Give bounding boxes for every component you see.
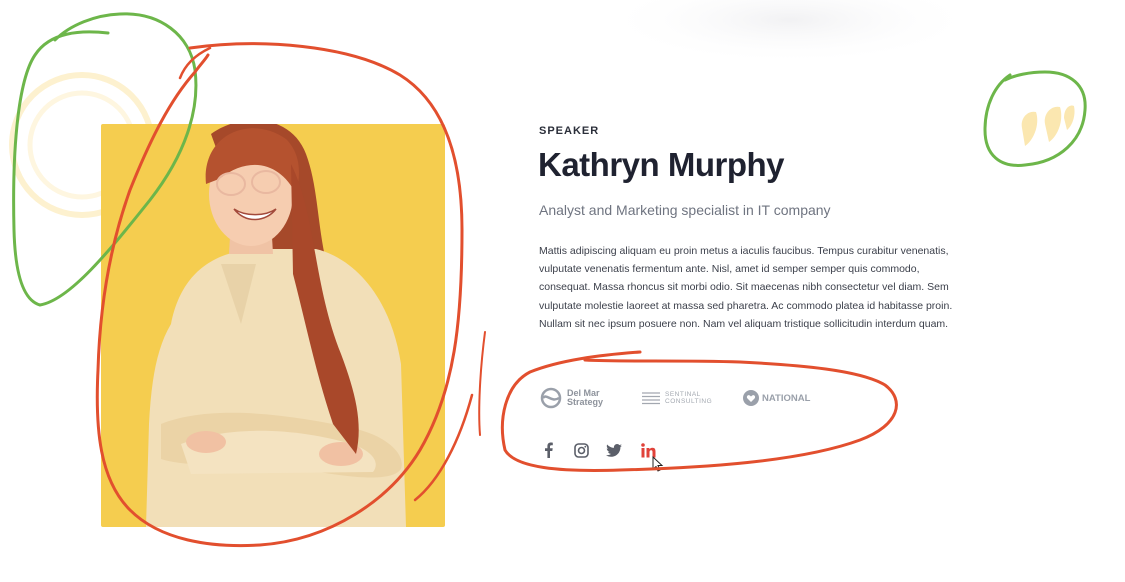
company-logos: Del Mar Strategy SENTINAL CONSULTING NAT… xyxy=(539,385,839,411)
green-scribble-circle xyxy=(983,70,1087,167)
logo-del-mar-strategy: Del Mar Strategy xyxy=(539,385,603,411)
mouse-cursor-icon xyxy=(652,456,664,472)
speaker-photo xyxy=(101,124,445,527)
logo-text-line2: Strategy xyxy=(567,397,604,407)
instagram-icon xyxy=(573,442,589,458)
facebook-link[interactable] xyxy=(539,440,557,460)
speaker-name: Kathryn Murphy xyxy=(538,146,785,183)
logo-national-text: NATIONAL xyxy=(762,392,811,404)
stripes-logo-icon xyxy=(642,392,660,405)
logo-text-line1: SENTINAL xyxy=(665,391,701,398)
logo-text-line2: CONSULTING xyxy=(665,398,713,405)
heart-badge-icon xyxy=(743,390,759,406)
quote-mark-icon xyxy=(1021,105,1075,146)
facebook-icon xyxy=(544,442,553,458)
speaker-role: Analyst and Marketing specialist in IT c… xyxy=(539,202,831,218)
speaker-bio: Mattis adipiscing aliquam eu proin metus… xyxy=(539,245,953,330)
speaker-portrait-illustration xyxy=(146,124,406,527)
twitter-link[interactable] xyxy=(605,440,623,460)
logo-sentinal-consulting: SENTINAL CONSULTING xyxy=(641,385,712,411)
wave-logo-icon xyxy=(540,387,562,409)
twitter-icon xyxy=(606,443,622,457)
logo-national: NATIONAL xyxy=(743,385,810,411)
speaker-eyebrow: SPEAKER xyxy=(539,125,600,137)
instagram-link[interactable] xyxy=(572,440,590,460)
